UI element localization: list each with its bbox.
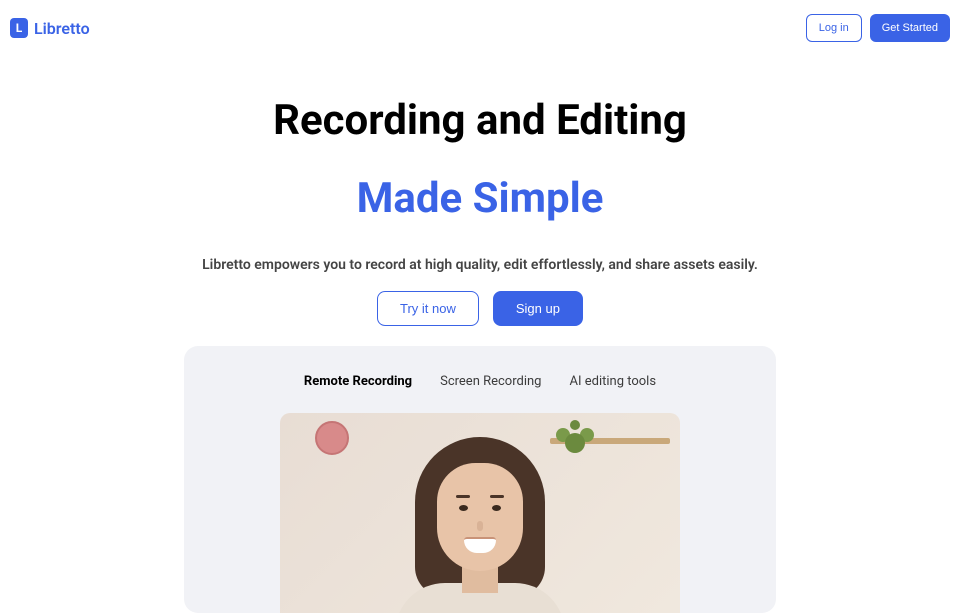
hero-actions: Try it now Sign up (0, 291, 960, 326)
header-actions: Log in Get Started (806, 14, 950, 42)
hero-subtitle: Libretto empowers you to record at high … (0, 257, 960, 273)
tab-screen-recording[interactable]: Screen Recording (440, 374, 541, 389)
feature-panel: Remote Recording Screen Recording AI edi… (184, 346, 776, 613)
logo[interactable]: L Libretto (10, 18, 90, 38)
hero-title-line2: Made Simple (0, 174, 960, 224)
logo-icon: L (10, 18, 28, 38)
feature-preview-image (280, 413, 680, 613)
tab-remote-recording[interactable]: Remote Recording (304, 374, 412, 389)
logo-text: Libretto (34, 19, 90, 38)
login-button[interactable]: Log in (806, 14, 862, 42)
get-started-button[interactable]: Get Started (870, 14, 950, 42)
hero-section: Recording and Editing Made Simple Libret… (0, 56, 960, 326)
hero-title-line1: Recording and Editing (0, 96, 960, 146)
try-it-now-button[interactable]: Try it now (377, 291, 479, 326)
header: L Libretto Log in Get Started (0, 0, 960, 56)
tab-ai-editing-tools[interactable]: AI editing tools (569, 374, 656, 389)
feature-tabs: Remote Recording Screen Recording AI edi… (184, 374, 776, 389)
sign-up-button[interactable]: Sign up (493, 291, 583, 326)
